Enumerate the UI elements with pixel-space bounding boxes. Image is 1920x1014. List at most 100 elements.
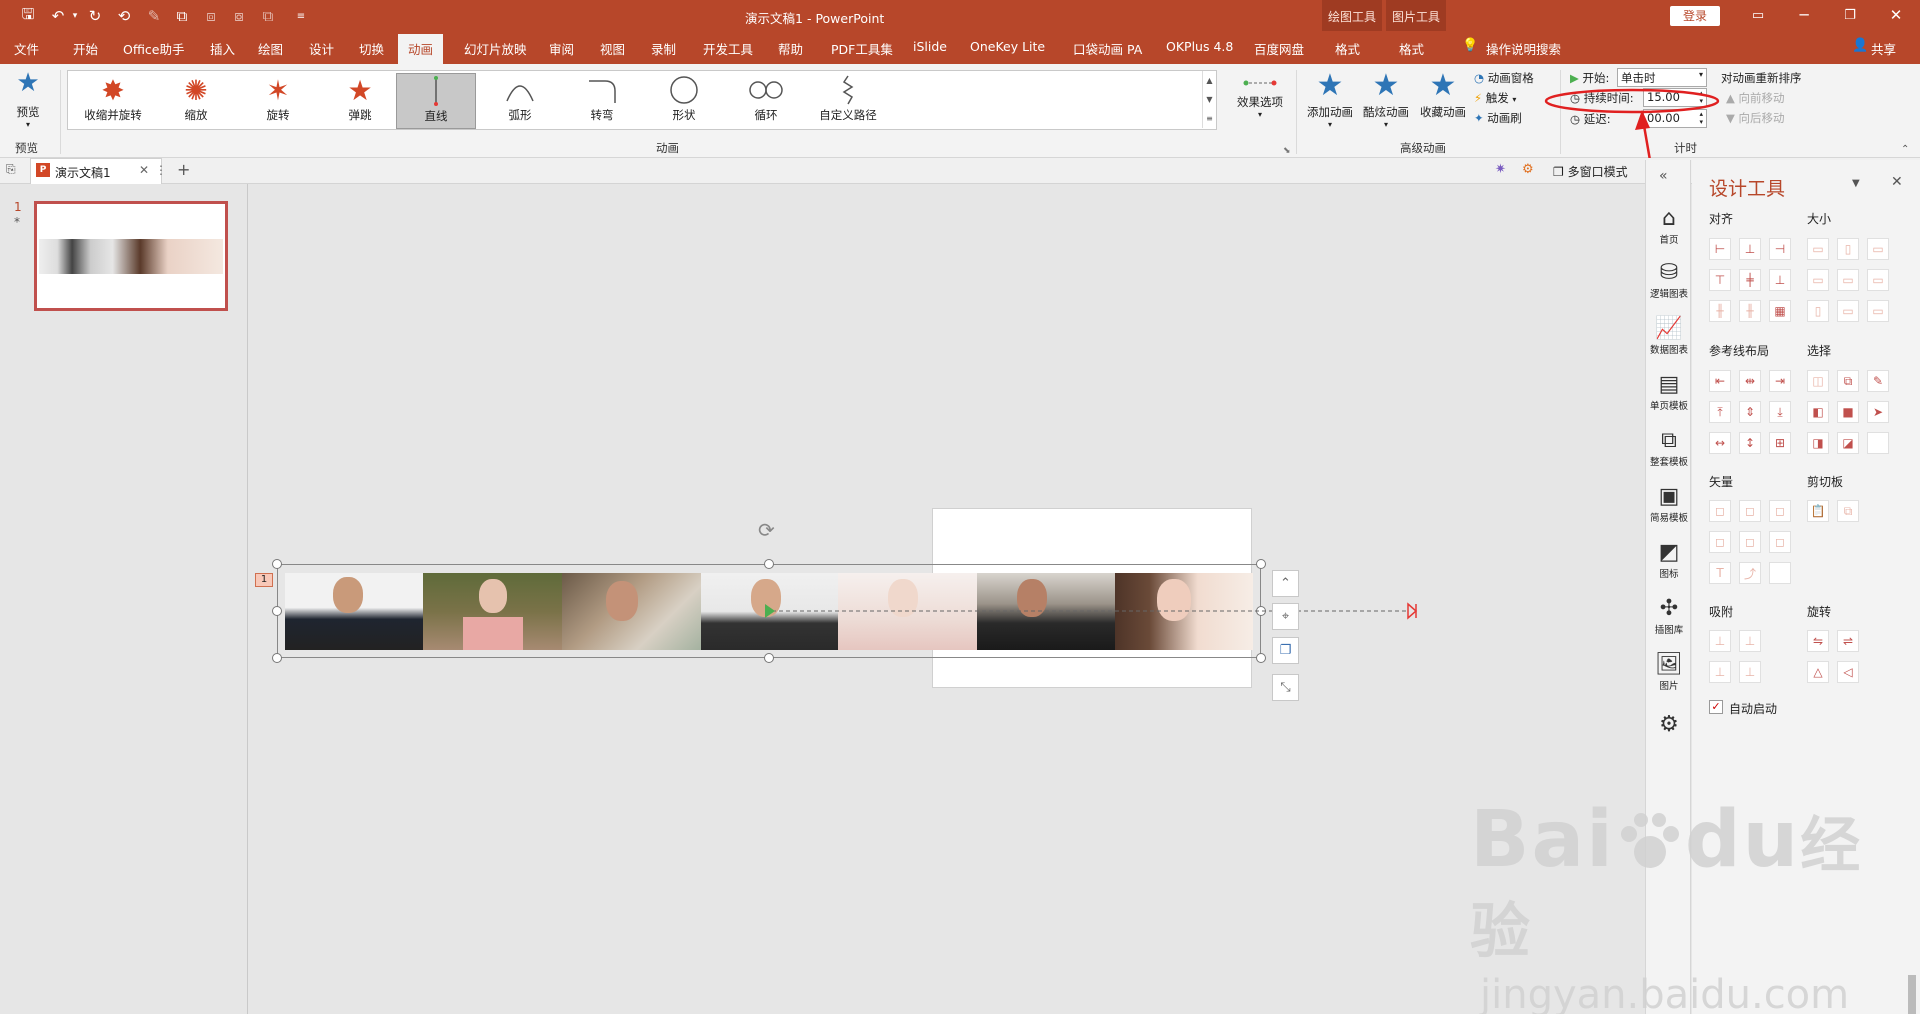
align-icon[interactable]: ▦ (1769, 300, 1791, 322)
format-painter-icon[interactable]: ⟲ (113, 5, 135, 27)
menu-tab[interactable]: 绘图 (258, 39, 283, 58)
vector-icon[interactable] (1769, 562, 1791, 584)
rotate-handle-icon[interactable]: ⟳ (758, 518, 775, 542)
menu-tab[interactable]: iSlide (913, 39, 947, 54)
tab-list-icon[interactable]: ⎘ (6, 162, 16, 177)
gallery-item-shape[interactable]: 形状 (644, 73, 724, 129)
collapse-ribbon-icon[interactable]: ⌃ (1901, 144, 1909, 155)
gallery-item-spin[interactable]: ✶ 旋转 (238, 73, 318, 129)
guide-icon[interactable]: ⤓ (1769, 401, 1791, 423)
menu-tab[interactable]: 审阅 (549, 39, 574, 58)
select-icon[interactable]: ◫ (1807, 370, 1829, 392)
document-tab[interactable]: P 演示文稿1 ✕ ⋮ (30, 158, 167, 184)
align-icon[interactable]: ⊥ (1769, 269, 1791, 291)
gallery-item-arc[interactable]: 弧形 (480, 73, 560, 129)
vector-icon[interactable]: ⤴ (1739, 562, 1761, 584)
layout-options-icon[interactable]: ⌃ (1272, 570, 1299, 597)
menu-tab[interactable]: 设计 (309, 39, 334, 58)
customize-qat-icon[interactable]: ≡ (290, 5, 312, 27)
menu-tab[interactable]: 动画 (398, 34, 444, 64)
preview-button[interactable]: ★ 预览 ▾ (8, 68, 48, 129)
share-button[interactable]: 共享 (1871, 39, 1896, 58)
rotate-icon[interactable]: ◁ (1837, 661, 1859, 683)
side-item-simple-template[interactable]: ▣ 简易模板 (1646, 484, 1692, 524)
side-item-full-template[interactable]: ⧉ 整套模板 (1646, 428, 1692, 468)
guide-icon[interactable]: ⇥ (1769, 370, 1791, 392)
effect-options-button[interactable]: 效果选项 ▾ (1232, 68, 1288, 119)
tell-me-search[interactable]: 操作说明搜索 (1486, 39, 1561, 58)
menu-tab[interactable]: 百度网盘 (1254, 39, 1304, 58)
gallery-item-bounce[interactable]: ★ 弹跳 (320, 73, 400, 129)
crop-icon[interactable]: ⧉ (171, 5, 193, 27)
side-item-icons[interactable]: ◩ 图标 (1646, 540, 1692, 580)
animation-number-tag[interactable]: 1 (255, 573, 273, 587)
restore-icon[interactable]: ❐ (1838, 4, 1862, 26)
cool-animation-button[interactable]: ★ 酷炫动画 ▾ (1360, 68, 1412, 129)
vector-icon[interactable]: T (1709, 562, 1731, 584)
gallery-item-line[interactable]: 直线 (396, 73, 476, 129)
menu-tab[interactable]: 录制 (651, 39, 676, 58)
clipboard-icon[interactable]: 📋 (1807, 500, 1829, 522)
resize-handle[interactable] (764, 559, 774, 569)
guide-icon[interactable]: ⇤ (1709, 370, 1731, 392)
vector-icon[interactable]: ◻ (1769, 500, 1791, 522)
gallery-item-custom-path[interactable]: 自定义路径 (808, 73, 888, 129)
select-icon[interactable]: ◧ (1807, 401, 1829, 423)
select-icon[interactable]: ✎ (1867, 370, 1889, 392)
login-button[interactable]: 登录 (1670, 6, 1720, 26)
arrange-icon[interactable]: ⧇ (228, 5, 250, 27)
menu-tab[interactable]: OKPlus 4.8 (1166, 39, 1233, 54)
gallery-item-turn[interactable]: 转弯 (562, 73, 642, 129)
side-item-data-chart[interactable]: 📈 数据图表 (1646, 316, 1692, 356)
menu-tab[interactable]: PDF工具集 (831, 39, 893, 58)
resize-handle[interactable] (1256, 559, 1266, 569)
size-icon[interactable]: ▭ (1867, 269, 1889, 291)
menu-tab[interactable]: Office助手 (123, 39, 185, 58)
rotate-icon[interactable]: ⇌ (1837, 630, 1859, 652)
vector-icon[interactable]: ◻ (1769, 531, 1791, 553)
snap-icon[interactable]: ⊥ (1739, 630, 1761, 652)
vector-icon[interactable]: ◻ (1709, 500, 1731, 522)
guide-icon[interactable]: ⊞ (1769, 432, 1791, 454)
guide-icon[interactable]: ↔ (1709, 432, 1731, 454)
align-icon[interactable]: ╫ (1739, 300, 1761, 322)
vector-icon[interactable]: ◻ (1709, 531, 1731, 553)
resize-handle[interactable] (272, 606, 282, 616)
vector-icon[interactable]: ◻ (1739, 531, 1761, 553)
autostart-checkbox[interactable]: ✓ (1709, 700, 1723, 714)
menu-tab[interactable]: 口袋动画 PA (1073, 39, 1142, 58)
side-item-pictures[interactable]: 🖼 图片 (1646, 652, 1692, 692)
menu-tab[interactable]: 插入 (210, 39, 235, 58)
link-icon[interactable]: ⧉ (257, 5, 279, 27)
favorite-animation-button[interactable]: ★ 收藏动画 (1416, 68, 1470, 120)
align-icon[interactable]: ⊥ (1739, 238, 1761, 260)
select-icon[interactable]: ■ (1837, 401, 1859, 423)
motion-path[interactable] (760, 598, 1420, 624)
snap-icon[interactable]: ⊥ (1709, 630, 1731, 652)
side-item-home[interactable]: ⌂ 首页 (1646, 206, 1692, 246)
layers-icon[interactable]: ❐ (1272, 637, 1299, 664)
close-icon[interactable]: ✕ (1884, 4, 1908, 26)
gallery-item-loop[interactable]: 循环 (726, 73, 806, 129)
size-icon[interactable]: ▭ (1837, 300, 1859, 322)
side-item-illustrations[interactable]: ✣ 插图库 (1646, 596, 1692, 636)
menu-tab[interactable]: 帮助 (778, 39, 803, 58)
panel-close-icon[interactable]: ✕ (1891, 174, 1903, 190)
settings-icon[interactable]: ⚙ (1522, 162, 1534, 177)
align-icon[interactable]: ╪ (1739, 269, 1761, 291)
size-icon[interactable]: ▭ (1807, 269, 1829, 291)
trigger-button[interactable]: ⚡ 触发 ▾ (1474, 90, 1516, 106)
rotate-icon[interactable]: ⇋ (1807, 630, 1829, 652)
magic-icon[interactable]: ✷ (1495, 162, 1506, 177)
undo-dropdown-icon[interactable]: ▾ (64, 5, 86, 27)
center-icon[interactable]: ⌖ (1272, 603, 1299, 630)
add-animation-button[interactable]: ★ 添加动画 ▾ (1303, 68, 1357, 129)
slide-thumbnail[interactable] (34, 201, 228, 311)
select-icon[interactable]: ◨ (1807, 432, 1829, 454)
expand-icon[interactable]: ⤡ (1272, 674, 1299, 701)
tab-picture-format[interactable]: 格式 (1399, 39, 1424, 58)
select-icon[interactable]: ⧉ (1837, 370, 1859, 392)
snap-icon[interactable]: ⊥ (1709, 661, 1731, 683)
select-icon[interactable]: ➤ (1867, 401, 1889, 423)
select-icon[interactable]: ◪ (1837, 432, 1859, 454)
